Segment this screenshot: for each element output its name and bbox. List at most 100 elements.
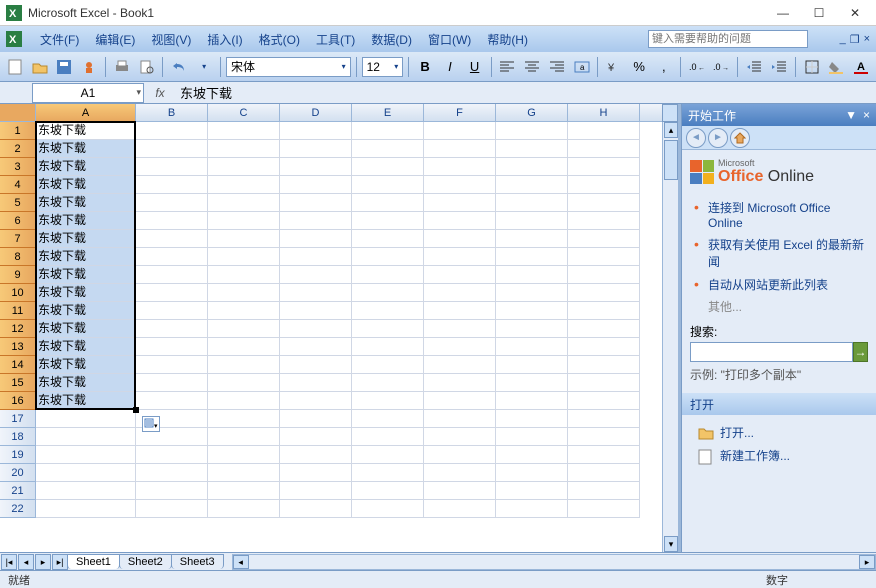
help-search-input[interactable] xyxy=(648,30,808,48)
taskpane-forward-icon[interactable]: ► xyxy=(708,128,728,148)
menu-tools[interactable]: 工具(T) xyxy=(308,28,363,51)
row-header[interactable]: 10 xyxy=(0,284,36,302)
row-header[interactable]: 6 xyxy=(0,212,36,230)
cell[interactable] xyxy=(352,176,424,194)
cell[interactable] xyxy=(136,482,208,500)
save-icon[interactable] xyxy=(54,56,76,78)
menu-help[interactable]: 帮助(H) xyxy=(479,28,536,51)
scroll-thumb[interactable] xyxy=(664,140,678,180)
cell[interactable] xyxy=(568,158,640,176)
cell[interactable] xyxy=(352,140,424,158)
cell[interactable]: 东坡下载 xyxy=(36,194,136,212)
cell[interactable] xyxy=(136,230,208,248)
row-header[interactable]: 3 xyxy=(0,158,36,176)
cell[interactable] xyxy=(496,428,568,446)
scroll-right-icon[interactable]: ▸ xyxy=(859,555,875,569)
cell[interactable] xyxy=(568,428,640,446)
cell[interactable] xyxy=(424,230,496,248)
cell[interactable] xyxy=(496,464,568,482)
row-header[interactable]: 7 xyxy=(0,230,36,248)
cell[interactable] xyxy=(352,482,424,500)
column-header-B[interactable]: B xyxy=(136,104,208,121)
column-header-E[interactable]: E xyxy=(352,104,424,121)
row-header[interactable]: 5 xyxy=(0,194,36,212)
open-icon[interactable] xyxy=(29,56,51,78)
window-maximize-button[interactable]: ☐ xyxy=(812,6,826,20)
cell[interactable] xyxy=(424,284,496,302)
vertical-split-handle[interactable] xyxy=(662,104,678,122)
cell[interactable] xyxy=(496,266,568,284)
cell[interactable] xyxy=(136,284,208,302)
cell[interactable] xyxy=(208,320,280,338)
cell[interactable] xyxy=(136,446,208,464)
cell[interactable] xyxy=(208,428,280,446)
row-header[interactable]: 11 xyxy=(0,302,36,320)
cell[interactable] xyxy=(424,122,496,140)
column-header-A[interactable]: A xyxy=(36,104,136,121)
font-color-icon[interactable]: A xyxy=(850,56,872,78)
cell[interactable] xyxy=(136,338,208,356)
cell[interactable] xyxy=(352,248,424,266)
cell[interactable] xyxy=(136,374,208,392)
cell[interactable] xyxy=(280,446,352,464)
window-minimize-button[interactable]: — xyxy=(776,6,790,20)
cell[interactable] xyxy=(496,302,568,320)
cell[interactable] xyxy=(136,194,208,212)
cell[interactable]: 东坡下载 xyxy=(36,302,136,320)
cell[interactable] xyxy=(136,158,208,176)
cell[interactable] xyxy=(352,194,424,212)
cell[interactable] xyxy=(568,284,640,302)
cell[interactable] xyxy=(496,356,568,374)
row-header[interactable]: 18 xyxy=(0,428,36,446)
cell[interactable] xyxy=(208,302,280,320)
menu-window[interactable]: 窗口(W) xyxy=(420,28,479,51)
cell[interactable] xyxy=(208,392,280,410)
increase-decimal-icon[interactable]: .0← xyxy=(686,56,708,78)
link-open[interactable]: 打开... xyxy=(720,424,754,441)
link-other[interactable]: 其他... xyxy=(690,298,868,315)
cell[interactable] xyxy=(280,248,352,266)
cell[interactable] xyxy=(424,266,496,284)
cell[interactable] xyxy=(424,158,496,176)
row-header[interactable]: 19 xyxy=(0,446,36,464)
cell[interactable] xyxy=(208,410,280,428)
taskpane-menu-icon[interactable]: ▼ xyxy=(845,108,857,122)
cell[interactable] xyxy=(280,428,352,446)
cell[interactable] xyxy=(568,392,640,410)
cell[interactable] xyxy=(424,320,496,338)
cell[interactable] xyxy=(568,122,640,140)
cell[interactable] xyxy=(568,140,640,158)
workbook-restore-button[interactable]: ❐ xyxy=(850,33,860,46)
cell[interactable] xyxy=(280,176,352,194)
cell[interactable] xyxy=(136,356,208,374)
row-header[interactable]: 2 xyxy=(0,140,36,158)
menu-data[interactable]: 数据(D) xyxy=(363,28,420,51)
cell[interactable] xyxy=(568,500,640,518)
cell[interactable] xyxy=(208,284,280,302)
cell[interactable] xyxy=(352,230,424,248)
cell[interactable] xyxy=(352,284,424,302)
cell[interactable] xyxy=(280,338,352,356)
cell[interactable] xyxy=(496,446,568,464)
cell[interactable] xyxy=(568,176,640,194)
toolbar-options-icon[interactable]: ▾ xyxy=(193,56,215,78)
cell[interactable] xyxy=(208,212,280,230)
tab-nav-last-icon[interactable]: ▸| xyxy=(52,554,68,570)
cell[interactable] xyxy=(424,500,496,518)
cell[interactable] xyxy=(208,230,280,248)
cell[interactable]: 东坡下载 xyxy=(36,230,136,248)
row-header[interactable]: 13 xyxy=(0,338,36,356)
cell[interactable] xyxy=(208,464,280,482)
cell[interactable] xyxy=(568,248,640,266)
cell[interactable] xyxy=(136,500,208,518)
cell[interactable] xyxy=(136,464,208,482)
italic-button[interactable]: I xyxy=(439,56,461,78)
cell[interactable]: 东坡下载 xyxy=(36,266,136,284)
cell[interactable] xyxy=(568,356,640,374)
cell[interactable] xyxy=(424,212,496,230)
cell[interactable]: 东坡下载 xyxy=(36,212,136,230)
link-auto-update[interactable]: 自动从网站更新此列表 xyxy=(708,278,828,292)
cell[interactable]: 东坡下载 xyxy=(36,140,136,158)
cell[interactable] xyxy=(424,374,496,392)
cell[interactable] xyxy=(568,464,640,482)
